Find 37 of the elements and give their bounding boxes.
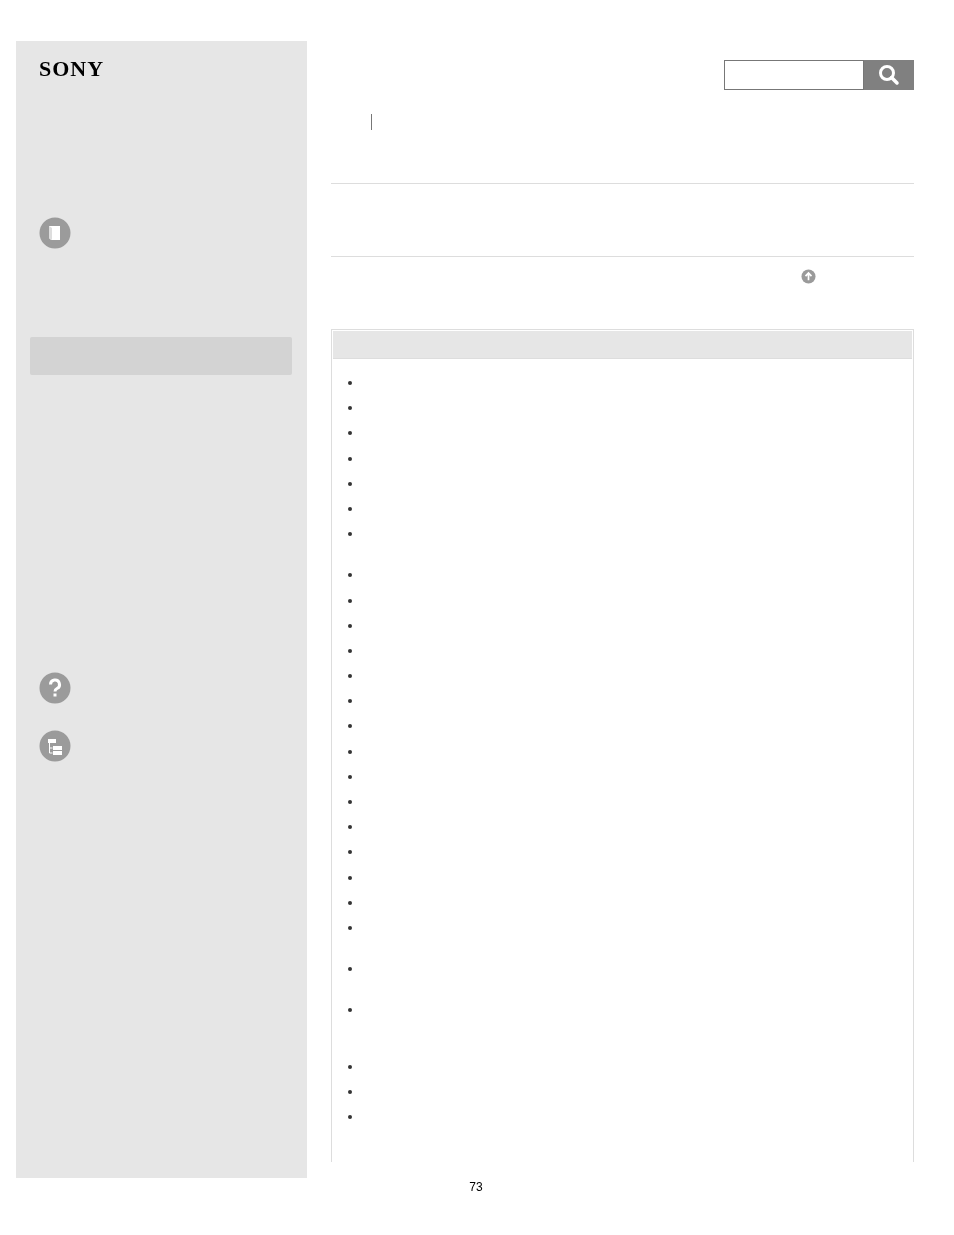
- bullet-icon: [348, 573, 352, 578]
- bullet-icon: [348, 925, 352, 930]
- bullet-icon: [348, 1007, 352, 1012]
- bullet-icon: [348, 532, 352, 537]
- bullet-icon: [348, 506, 352, 511]
- bullet-icon: [348, 749, 352, 754]
- tree-icon[interactable]: [39, 730, 71, 762]
- bullet-icon: [348, 481, 352, 486]
- bullet-icon: [348, 900, 352, 905]
- bullet-icon: [348, 1115, 352, 1120]
- bullet-icon: [348, 774, 352, 779]
- bullet-icon: [348, 381, 352, 385]
- bullet-icon: [348, 431, 352, 436]
- bullet-icon: [348, 699, 352, 704]
- bullet-icon: [348, 850, 352, 855]
- bullet-icon: [348, 648, 352, 653]
- separator-line: [371, 114, 372, 130]
- up-arrow-icon[interactable]: [801, 269, 816, 284]
- bullet-icon: [348, 966, 352, 971]
- sony-logo[interactable]: SONY: [39, 58, 105, 80]
- book-icon[interactable]: [39, 217, 71, 249]
- bullet-icon: [348, 598, 352, 603]
- bullet-icon: [348, 674, 352, 679]
- bullet-icon: [348, 724, 352, 729]
- bullet-icon: [348, 825, 352, 830]
- bullet-icon: [348, 406, 352, 411]
- page-number: 73: [469, 1179, 483, 1196]
- bullet-icon: [348, 1064, 352, 1069]
- bullet-icon: [348, 456, 352, 461]
- search-icon: [878, 64, 900, 86]
- bullet-icon: [348, 875, 352, 880]
- bullet-icon: [348, 800, 352, 804]
- bullet-icon: [348, 1090, 352, 1095]
- search-button[interactable]: [864, 60, 914, 90]
- search-field[interactable]: [724, 60, 864, 90]
- bullet-icon: [348, 623, 352, 628]
- help-icon[interactable]: [39, 672, 71, 704]
